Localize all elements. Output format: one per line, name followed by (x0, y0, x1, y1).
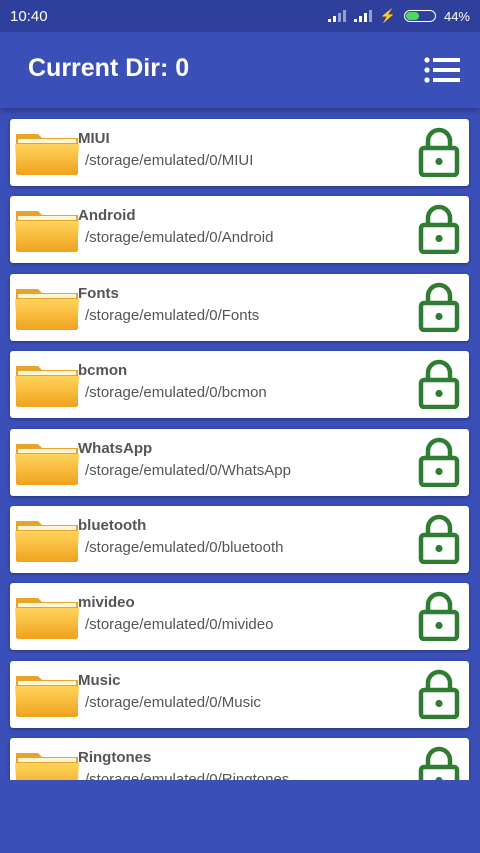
folder-icon (14, 592, 80, 640)
folder-name: Ringtones (78, 749, 152, 767)
folder-name: Music (78, 671, 121, 689)
folder-icon (14, 747, 80, 780)
lock-icon[interactable] (418, 359, 460, 410)
status-indicators: ⚡ 44% (327, 8, 470, 24)
signal-icon (327, 10, 346, 22)
folder-list-item[interactable]: Music/storage/emulated/0/Music (10, 660, 469, 728)
folder-path: /storage/emulated/0/MIUI (85, 152, 254, 169)
folder-name: bluetooth (78, 517, 147, 534)
folder-path: /storage/emulated/0/Android (85, 229, 274, 247)
folder-list-item[interactable]: WhatsApp/storage/emulated/0/WhatsApp (10, 428, 469, 496)
lock-icon[interactable] (418, 437, 460, 487)
status-time: 10:40 (10, 7, 48, 25)
folder-list-item[interactable]: Fonts/storage/emulated/0/Fonts (10, 273, 469, 341)
lock-icon[interactable] (418, 204, 460, 255)
folder-path: /storage/emulated/0/bluetooth (85, 539, 284, 556)
folder-list-item[interactable]: bcmon/storage/emulated/0/bcmon (10, 351, 469, 419)
lock-icon[interactable] (418, 127, 460, 178)
folder-icon (14, 670, 80, 718)
bottom-area (0, 780, 480, 853)
folder-path: /storage/emulated/0/Fonts (85, 306, 260, 324)
folder-icon (14, 515, 80, 563)
folder-list-item[interactable]: Ringtones/storage/emulated/0/Ringtones (10, 738, 469, 780)
battery-icon (403, 10, 436, 22)
folder-icon (14, 283, 80, 331)
folder-icon (14, 205, 80, 253)
lock-icon[interactable] (418, 514, 460, 565)
battery-percent: 44% (443, 8, 470, 24)
folder-path: /storage/emulated/0/Music (85, 693, 261, 711)
app-bar: Current Dir: 0 (0, 32, 480, 108)
folder-list-item[interactable]: Android/storage/emulated/0/Android (10, 196, 469, 264)
battery-fill (405, 12, 420, 20)
folder-list-item[interactable]: bluetooth/storage/emulated/0/bluetooth (10, 506, 469, 573)
bolt-icon: ⚡ (379, 8, 396, 23)
folder-list[interactable]: MIUI/storage/emulated/0/MIUI Android/sto… (0, 108, 480, 780)
folder-path: /storage/emulated/0/mivideo (85, 616, 274, 634)
folder-path: /storage/emulated/0/WhatsApp (85, 461, 291, 479)
list-menu-icon[interactable] (424, 56, 460, 84)
lock-icon[interactable] (418, 282, 460, 333)
lock-icon[interactable] (418, 591, 460, 642)
folder-icon (14, 438, 80, 486)
folder-name: mivideo (78, 594, 135, 612)
folder-name: Android (78, 207, 136, 225)
folder-list-item[interactable]: mivideo/storage/emulated/0/mivideo (10, 583, 469, 651)
folder-icon (14, 128, 80, 176)
lock-icon[interactable] (418, 746, 460, 780)
folder-icon (14, 360, 80, 408)
folder-name: WhatsApp (78, 439, 153, 457)
page-title: Current Dir: 0 (28, 54, 190, 82)
lock-icon[interactable] (418, 669, 460, 720)
folder-name: Fonts (78, 284, 119, 302)
status-bar: 10:40 ⚡ 44% (0, 0, 480, 32)
folder-name: bcmon (78, 362, 128, 380)
folder-list-item[interactable]: MIUI/storage/emulated/0/MIUI (10, 119, 469, 186)
folder-name: MIUI (78, 130, 110, 147)
folder-path: /storage/emulated/0/Ringtones (85, 771, 290, 780)
folder-path: /storage/emulated/0/bcmon (85, 384, 267, 402)
signal-icon (353, 10, 372, 22)
